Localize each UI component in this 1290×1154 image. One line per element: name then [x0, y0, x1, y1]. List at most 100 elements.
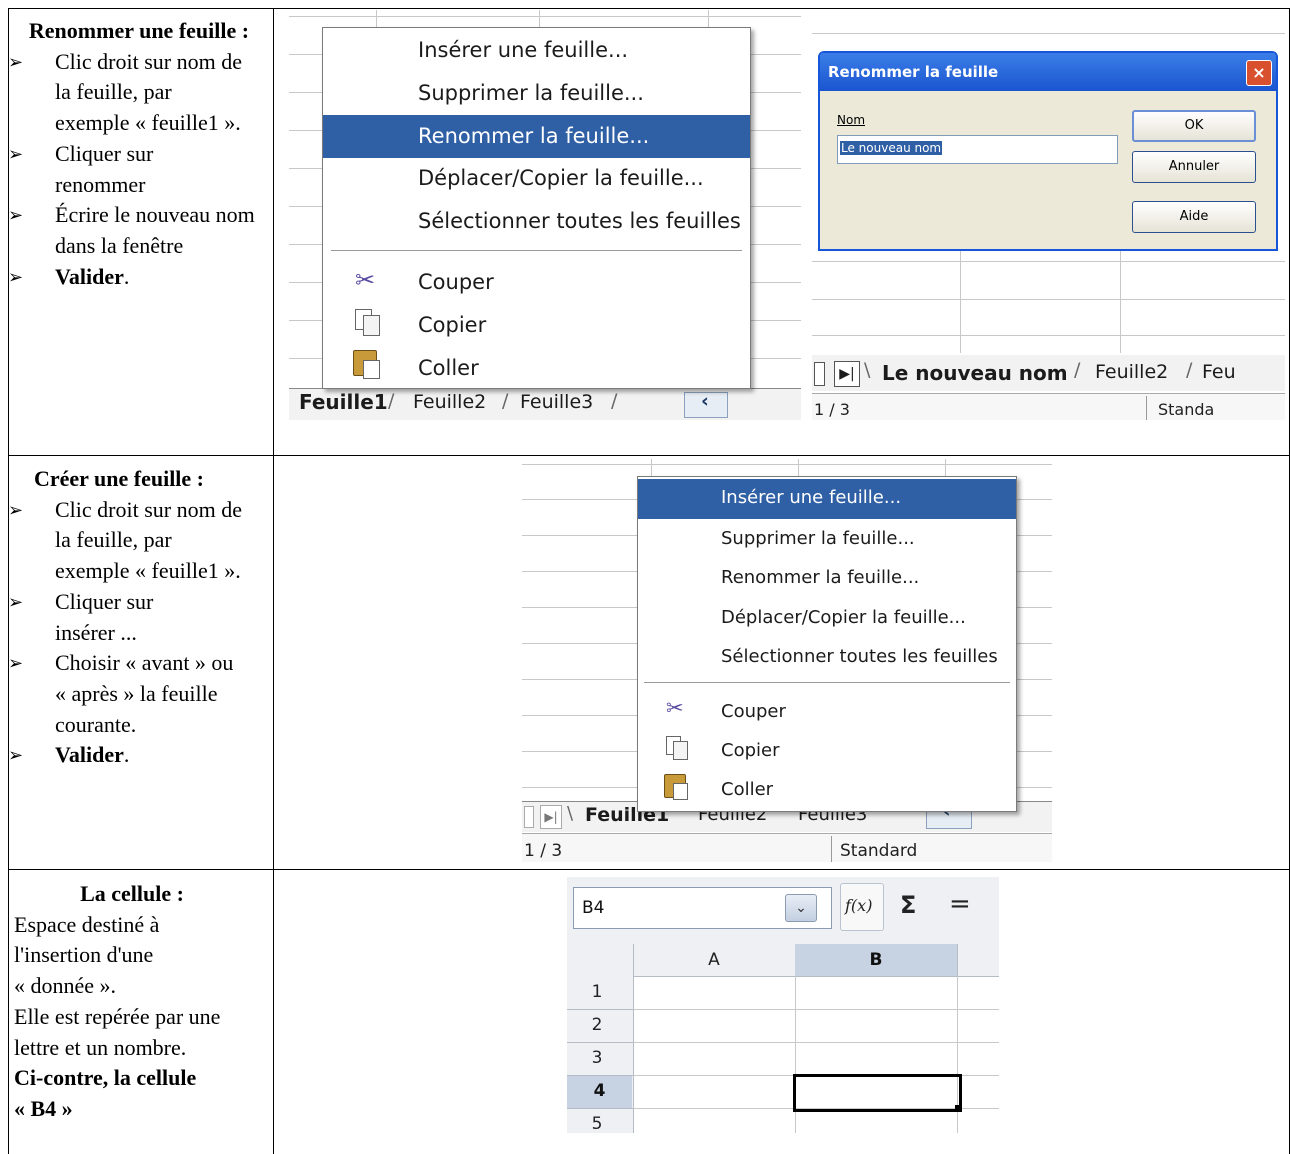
rename-step-1: ➢ Clic droit sur nom de la feuille, par e… — [8, 48, 242, 136]
scissors-icon: ✂ — [355, 266, 376, 294]
scissors-icon: ✂ — [666, 696, 684, 720]
rename-context-menu-screenshot: Feuille1 / Feuille2 / Feuille3 / ‹ Insér… — [289, 10, 801, 420]
status-divider — [1146, 396, 1147, 420]
sheet-context-menu: Insérer une feuille... Supprimer la feui… — [322, 27, 751, 389]
paste-icon-sheet — [363, 360, 380, 379]
menu-item-copier[interactable]: Copier — [323, 305, 750, 346]
row-header-4[interactable]: 4 — [567, 1075, 632, 1108]
scroll-last-button[interactable]: ▶| — [834, 361, 860, 387]
cell-b4-screenshot: B4 ⌄ f(x) Σ = A B 1 2 3 4 5 — [567, 877, 999, 1133]
ok-button[interactable]: OK — [1132, 110, 1256, 142]
name-box-dropdown[interactable]: ⌄ — [785, 894, 817, 922]
rename-step-3: ➢ Écrire le nouveau nom dans la fenêtre — [8, 202, 255, 258]
help-button[interactable]: Aide — [1132, 201, 1256, 233]
row-header-2[interactable]: 2 — [567, 1009, 627, 1042]
name-input[interactable]: Le nouveau nom — [837, 135, 1118, 164]
sheet-tab-le-nouveau-nom[interactable]: Le nouveau nom — [882, 361, 1068, 385]
sheet-tab-feuille2[interactable]: Feuille2 — [1095, 361, 1168, 383]
sheet-tab-feuille3-partial[interactable]: Feu — [1202, 361, 1236, 383]
insert-context-menu-screenshot: ▶| \ Feuille1 Feuille2 Feuille3 ‹ 1 / 3 … — [522, 459, 1052, 862]
arrow-bullet-icon: ➢ — [8, 591, 24, 612]
status-sheet-count: 1 / 3 — [524, 841, 563, 861]
menu-item-renommer[interactable]: Renommer la feuille... — [638, 559, 1016, 597]
close-icon[interactable]: × — [1246, 60, 1272, 86]
status-bar: 1 / 3 Standard — [522, 833, 1052, 862]
menu-item-deplacer-copier[interactable]: Déplacer/Copier la feuille... — [638, 599, 1016, 637]
tab-separator: / — [1186, 359, 1193, 381]
table-column-divider — [273, 8, 274, 1154]
arrow-bullet-icon: ➢ — [8, 51, 24, 72]
create-title: Créer une feuille : — [33, 466, 205, 491]
scroll-prev-button[interactable] — [814, 362, 825, 386]
name-box-value: B4 — [582, 898, 605, 918]
arrow-bullet-icon: ➢ — [8, 653, 24, 674]
cell-definition: La cellule : Espace destiné à l'insertio… — [14, 879, 270, 1125]
menu-item-couper[interactable]: ✂ Couper — [638, 693, 1016, 731]
menu-item-selectionner-tout[interactable]: Sélectionner toutes les feuilles — [323, 201, 750, 242]
status-bar: 1 / 3 Standa — [812, 393, 1285, 420]
status-sheet-count: 1 / 3 — [814, 400, 850, 419]
rename-dialog-screenshot: Renommer la feuille × Nom Le nouveau nom… — [812, 33, 1285, 420]
function-wizard-icon: f(x) — [845, 896, 873, 915]
formula-equals-icon[interactable]: = — [949, 889, 971, 919]
menu-item-coller[interactable]: Coller — [638, 771, 1016, 809]
name-box[interactable]: B4 ⌄ — [573, 887, 832, 929]
table-row-divider-2 — [8, 869, 1290, 870]
column-header-b[interactable]: B — [795, 944, 958, 976]
sheet-tab-feuille2[interactable]: Feuille2 — [413, 391, 486, 413]
function-wizard-button[interactable]: f(x) — [840, 883, 884, 931]
cell-text-line: lettre et un nombre. — [14, 1034, 187, 1060]
arrow-bullet-icon: ➢ — [8, 745, 24, 766]
menu-item-renommer[interactable]: Renommer la feuille... — [323, 115, 750, 158]
row-header-3[interactable]: 3 — [567, 1042, 627, 1075]
status-divider — [831, 836, 832, 862]
copy-icon-back — [363, 315, 380, 336]
sheet-tabs: Feuille1 / Feuille2 / Feuille3 / ‹ — [289, 388, 801, 420]
menu-separator — [331, 250, 742, 251]
create-step-4: ➢ Valider. — [8, 740, 270, 771]
name-field-label: Nom — [837, 113, 866, 127]
row-header-5[interactable]: 5 — [567, 1108, 627, 1133]
selected-cell-b4[interactable] — [793, 1074, 962, 1112]
sheet-context-menu: Insérer une feuille... Supprimer la feui… — [637, 476, 1017, 812]
sheet-tab-feuille3[interactable]: Feuille3 — [520, 391, 593, 413]
scroll-last-button[interactable]: ▶| — [540, 805, 562, 829]
sum-icon[interactable]: Σ — [900, 891, 916, 919]
row-header-1[interactable]: 1 — [567, 976, 627, 1009]
menu-separator — [644, 682, 1010, 683]
tab-separator: / — [611, 390, 618, 412]
copy-icon-back — [673, 741, 688, 760]
create-step-1: ➢ Clic droit sur nom de la feuille, par e… — [8, 496, 242, 584]
cell-text-line: « donnée ». — [14, 973, 117, 999]
corner-cell[interactable] — [567, 944, 634, 976]
paste-icon-sheet — [673, 783, 688, 800]
fill-handle[interactable] — [955, 1105, 962, 1112]
menu-item-inserer[interactable]: Insérer une feuille... — [638, 479, 1016, 519]
menu-item-supprimer[interactable]: Supprimer la feuille... — [638, 520, 1016, 558]
arrow-bullet-icon: ➢ — [8, 205, 24, 226]
arrow-bullet-icon: ➢ — [8, 266, 24, 287]
menu-item-deplacer-copier[interactable]: Déplacer/Copier la feuille... — [323, 158, 750, 199]
cell-example-line: « B4 » — [14, 1095, 73, 1121]
arrow-bullet-icon: ➢ — [8, 143, 24, 164]
cancel-button[interactable]: Annuler — [1132, 151, 1256, 183]
table-row-divider-1 — [8, 455, 1290, 456]
tab-separator: / — [1074, 359, 1081, 381]
cell-text-line: Elle est repérée par une — [14, 1003, 221, 1029]
create-step-2: ➢ Cliquer sur insérer ... — [8, 588, 154, 645]
chevron-down-icon: ⌄ — [795, 900, 807, 916]
menu-item-couper[interactable]: ✂ Couper — [323, 262, 750, 303]
menu-item-coller[interactable]: Coller — [323, 348, 750, 388]
menu-item-copier[interactable]: Copier — [638, 732, 1016, 770]
menu-item-selectionner-tout[interactable]: Sélectionner toutes les feuilles — [638, 638, 1016, 676]
menu-item-supprimer[interactable]: Supprimer la feuille... — [323, 73, 750, 114]
create-step-3: ➢ Choisir « avant » ou « après » la feuil… — [8, 650, 234, 737]
rename-title: Renommer une feuille : — [28, 18, 250, 43]
sheet-tab-feuille1[interactable]: Feuille1 — [299, 390, 388, 414]
renamed-sheet-tabs: ▶| \ Le nouveau nom / Feuille2 / Feu — [812, 355, 1285, 391]
scroll-prev-button[interactable] — [524, 806, 534, 828]
rename-sheet-dialog: Renommer la feuille × Nom Le nouveau nom… — [818, 51, 1278, 251]
arrow-bullet-icon: ➢ — [8, 499, 24, 520]
menu-item-inserer[interactable]: Insérer une feuille... — [323, 30, 750, 71]
column-header-a[interactable]: A — [633, 944, 796, 976]
